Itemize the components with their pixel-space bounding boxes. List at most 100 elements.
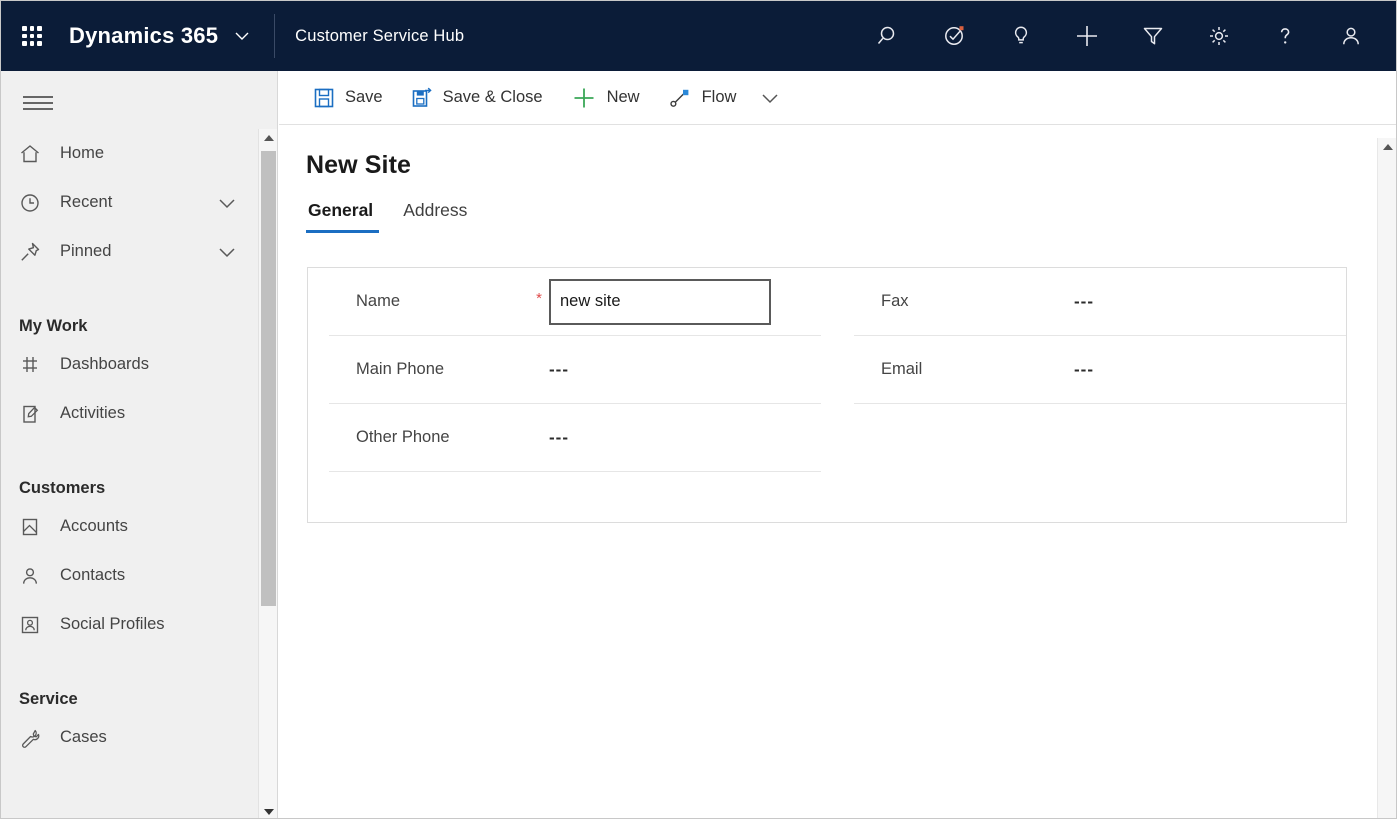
command-bar: Save Save & Close New (279, 71, 1397, 125)
sidebar-item-activities[interactable]: Activities (1, 389, 278, 438)
chevron-down-icon[interactable] (216, 192, 238, 214)
form-column-right: Fax --- Email --- (854, 268, 1346, 404)
field-fax-value[interactable]: --- (1074, 292, 1094, 312)
main-scrollbar[interactable] (1377, 138, 1396, 819)
flow-icon (668, 87, 692, 109)
sidebar-item-label: Home (60, 144, 104, 163)
sidebar-item-label: Pinned (60, 242, 111, 261)
case-icon (18, 726, 48, 750)
sidebar-item-accounts[interactable]: Accounts (1, 502, 278, 551)
field-email-value[interactable]: --- (1074, 360, 1094, 380)
no-asterisk (529, 435, 549, 441)
field-fax-label: Fax (854, 292, 1054, 311)
scroll-up-arrow[interactable] (259, 129, 278, 146)
sidebar-group-customers: Customers (1, 460, 278, 502)
sidebar-item-dashboards[interactable]: Dashboards (1, 340, 278, 389)
field-email-label: Email (854, 360, 1054, 379)
name-input[interactable] (549, 279, 771, 325)
save-icon (313, 87, 335, 109)
field-fax[interactable]: Fax --- (854, 268, 1346, 336)
sidebar-nav-list: Home Recent (1, 129, 278, 819)
no-asterisk (529, 367, 549, 373)
form-column-left: Name * Main Phone --- Other Phone --- (329, 268, 821, 472)
sidebar-item-social-profiles[interactable]: Social Profiles (1, 600, 278, 649)
no-asterisk (1054, 367, 1074, 373)
plus-icon (571, 85, 597, 111)
brand-chevron-down-icon[interactable] (232, 26, 252, 46)
gear-icon[interactable] (1186, 1, 1252, 71)
lightbulb-icon[interactable] (988, 1, 1054, 71)
field-name-label: Name (329, 292, 529, 311)
dynamics365-window: Dynamics 365 Customer Service Hub (0, 0, 1397, 819)
field-other-phone-value[interactable]: --- (549, 428, 569, 448)
page-title: New Site (279, 125, 1397, 180)
field-main-phone-label: Main Phone (329, 360, 529, 379)
flow-button-label: Flow (702, 88, 737, 107)
field-other-phone[interactable]: Other Phone --- (329, 404, 821, 472)
field-main-phone-value[interactable]: --- (549, 360, 569, 380)
sidebar-item-pinned[interactable]: Pinned (1, 227, 278, 276)
sidebar-item-label: Social Profiles (60, 615, 165, 634)
social-profile-icon (18, 613, 48, 637)
clock-icon (18, 191, 48, 215)
field-main-phone[interactable]: Main Phone --- (329, 336, 821, 404)
sidebar-scrollbar[interactable] (258, 129, 277, 819)
field-email[interactable]: Email --- (854, 336, 1346, 404)
sidebar-item-recent[interactable]: Recent (1, 178, 278, 227)
plus-icon[interactable] (1054, 1, 1120, 71)
top-navigation-bar: Dynamics 365 Customer Service Hub (1, 1, 1397, 71)
scroll-up-arrow[interactable] (1378, 138, 1397, 155)
scroll-down-arrow[interactable] (259, 803, 278, 819)
sidebar-item-contacts[interactable]: Contacts (1, 551, 278, 600)
form-card: Name * Main Phone --- Other Phone --- (307, 267, 1347, 523)
app-launcher-icon[interactable] (15, 19, 49, 53)
new-button[interactable]: New (557, 76, 654, 120)
field-other-phone-label: Other Phone (329, 428, 529, 447)
sidebar-scrollbar-thumb[interactable] (261, 151, 276, 606)
dashboard-icon (18, 353, 48, 377)
tab-address[interactable]: Address (401, 200, 473, 233)
contact-icon (18, 564, 48, 588)
app-name-label: Customer Service Hub (295, 27, 464, 46)
pin-icon (18, 240, 48, 264)
topbar-divider (274, 14, 275, 58)
save-and-close-button-label: Save & Close (443, 88, 543, 107)
command-overflow-chevron-down-icon[interactable] (750, 76, 790, 120)
required-asterisk: * (529, 291, 549, 312)
activities-icon (18, 402, 48, 426)
filter-icon[interactable] (1120, 1, 1186, 71)
sidebar: Home Recent (1, 71, 278, 819)
flow-button[interactable]: Flow (654, 76, 751, 120)
user-icon[interactable] (1318, 1, 1384, 71)
sidebar-group-my-work: My Work (1, 298, 278, 340)
form-tabs: General Address (279, 200, 1397, 233)
sidebar-item-cases[interactable]: Cases (1, 713, 278, 762)
save-button-label: Save (345, 88, 383, 107)
assistant-icon[interactable] (922, 1, 988, 71)
save-and-close-icon (411, 87, 433, 109)
sidebar-item-label: Dashboards (60, 355, 149, 374)
sidebar-item-label: Accounts (60, 517, 128, 536)
sidebar-item-label: Contacts (60, 566, 125, 585)
sidebar-item-label: Recent (60, 193, 112, 212)
sidebar-item-home[interactable]: Home (1, 129, 278, 178)
hamburger-menu-icon[interactable] (15, 80, 61, 126)
sidebar-item-label: Activities (60, 404, 125, 423)
tab-general[interactable]: General (306, 200, 379, 233)
no-asterisk (1054, 299, 1074, 305)
field-name: Name * (329, 268, 821, 336)
help-icon[interactable] (1252, 1, 1318, 71)
main-content: New Site General Address Name * Main Pho… (279, 125, 1397, 819)
chevron-down-icon[interactable] (216, 241, 238, 263)
search-icon[interactable] (856, 1, 922, 71)
home-icon (18, 142, 48, 166)
topbar-icon-group (856, 1, 1397, 71)
accounts-icon (18, 515, 48, 539)
save-and-close-button[interactable]: Save & Close (397, 76, 557, 120)
sidebar-group-service: Service (1, 671, 278, 713)
sidebar-item-label: Cases (60, 728, 107, 747)
new-button-label: New (607, 88, 640, 107)
field-name-input-wrapper (549, 279, 771, 325)
save-button[interactable]: Save (299, 76, 397, 120)
brand-title[interactable]: Dynamics 365 (69, 23, 218, 49)
